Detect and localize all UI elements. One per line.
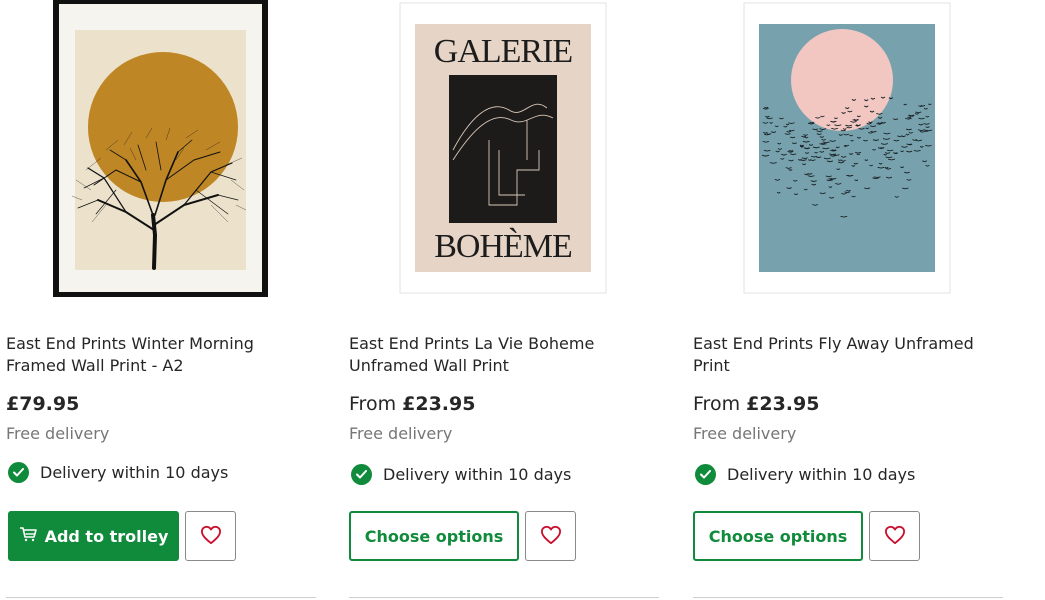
la-vie-boheme-print: GALERIE BOHÈME [399, 2, 607, 294]
add-to-trolley-button[interactable]: Add to trolley [8, 511, 179, 561]
product-card: GALERIE BOHÈME East End Prints La Vie Bo… [349, 0, 659, 600]
delivery-within-label: Delivery within 10 days [40, 463, 229, 482]
price-row: £79.95 [6, 391, 79, 417]
winter-morning-print [53, 0, 268, 297]
divider [6, 597, 316, 598]
art-text-top: GALERIE [434, 33, 573, 70]
trolley-icon [19, 526, 37, 546]
fly-away-print [743, 2, 951, 294]
delivery-within-label: Delivery within 10 days [383, 465, 572, 484]
art-text-bottom: BOHÈME [434, 228, 572, 265]
choose-options-button[interactable]: Choose options [349, 511, 519, 561]
product-image[interactable]: GALERIE BOHÈME [349, 0, 659, 300]
check-circle-icon [8, 462, 29, 483]
product-card: East End Prints Winter Morning Framed Wa… [6, 0, 316, 600]
product-image[interactable] [693, 0, 1003, 300]
heart-icon [200, 525, 222, 548]
price-prefix: From [693, 393, 741, 415]
price-prefix: From [349, 393, 397, 415]
heart-icon [540, 525, 562, 548]
product-image[interactable] [6, 0, 316, 300]
price-row: From £23.95 [693, 391, 819, 417]
wishlist-button[interactable] [525, 511, 576, 561]
product-title[interactable]: East End Prints Winter Morning Framed Wa… [6, 333, 306, 377]
check-circle-icon [695, 464, 716, 485]
delivery-within: Delivery within 10 days [693, 464, 915, 485]
product-card: East End Prints Fly Away Unframed Print … [693, 0, 1003, 600]
divider [693, 597, 1003, 598]
wishlist-button[interactable] [185, 511, 236, 561]
product-title[interactable]: East End Prints La Vie Boheme Unframed W… [349, 333, 649, 377]
price: £79.95 [6, 393, 80, 415]
wishlist-button[interactable] [869, 511, 920, 561]
heart-icon [884, 525, 906, 548]
delivery-note: Free delivery [6, 424, 110, 443]
choose-options-button[interactable]: Choose options [693, 511, 863, 561]
add-to-trolley-label: Add to trolley [44, 526, 169, 546]
check-circle-icon [351, 464, 372, 485]
delivery-within: Delivery within 10 days [6, 462, 228, 483]
price: £23.95 [746, 393, 820, 415]
price-row: From £23.95 [349, 391, 475, 417]
delivery-within: Delivery within 10 days [349, 464, 571, 485]
product-title[interactable]: East End Prints Fly Away Unframed Print [693, 333, 993, 377]
price: £23.95 [402, 393, 476, 415]
divider [349, 597, 659, 598]
delivery-note: Free delivery [693, 424, 797, 443]
delivery-within-label: Delivery within 10 days [727, 465, 916, 484]
delivery-note: Free delivery [349, 424, 453, 443]
